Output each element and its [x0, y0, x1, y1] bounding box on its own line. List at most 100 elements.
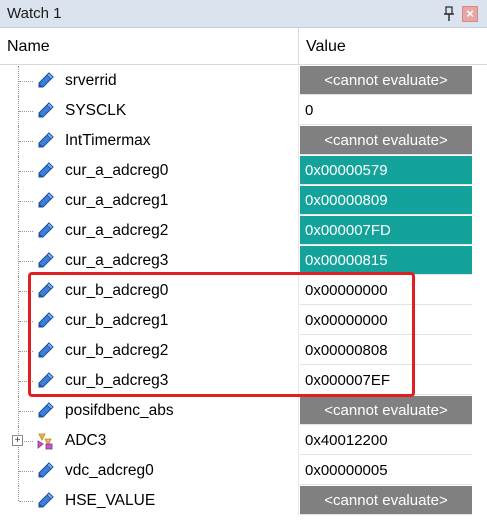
column-divider-line	[298, 396, 299, 426]
variable-value[interactable]: <cannot evaluate>	[300, 126, 472, 155]
variable-name[interactable]: cur_a_adcreg2	[65, 222, 168, 240]
watch-row[interactable]: cur_b_adcreg3 0x000007EF	[0, 366, 487, 396]
variable-value[interactable]: 0x000007EF	[300, 366, 472, 395]
variable-name[interactable]: ADC3	[65, 432, 106, 450]
variable-icon	[38, 252, 54, 268]
variable-icon	[38, 222, 54, 238]
tree-connector	[19, 471, 33, 472]
tree-connector	[19, 261, 33, 262]
tree-connector	[19, 231, 33, 232]
variable-value[interactable]: 0x00000815	[300, 246, 472, 275]
tree-connector	[19, 321, 33, 322]
variable-name[interactable]: srverrid	[65, 72, 117, 90]
struct-icon	[37, 433, 53, 450]
tree-connector	[19, 81, 33, 82]
variable-icon	[38, 132, 54, 148]
column-divider-line	[298, 366, 299, 396]
column-divider-line	[298, 486, 299, 516]
column-divider-line	[298, 186, 299, 216]
variable-icon	[38, 342, 54, 358]
column-divider-line	[298, 336, 299, 366]
watch-row[interactable]: + ADC3 0x40012200	[0, 426, 487, 456]
column-divider-line	[298, 306, 299, 336]
variable-icon	[38, 372, 54, 388]
variable-name[interactable]: SYSCLK	[65, 102, 126, 120]
variable-name[interactable]: HSE_VALUE	[65, 492, 155, 510]
watch-row[interactable]: SYSCLK 0	[0, 96, 487, 126]
variable-name[interactable]: cur_a_adcreg1	[65, 192, 168, 210]
tree-connector	[19, 201, 33, 202]
column-header-value[interactable]: Value	[306, 38, 346, 56]
variable-value[interactable]: <cannot evaluate>	[300, 486, 472, 515]
tree-line	[18, 486, 19, 501]
variable-icon	[38, 402, 54, 418]
watch-row[interactable]: cur_a_adcreg3 0x00000815	[0, 246, 487, 276]
tree-connector	[19, 411, 33, 412]
variable-name[interactable]: cur_b_adcreg2	[65, 342, 168, 360]
variable-value[interactable]: 0x00000000	[300, 276, 472, 305]
variable-name[interactable]: cur_a_adcreg0	[65, 162, 168, 180]
watch-row[interactable]: cur_b_adcreg2 0x00000808	[0, 336, 487, 366]
column-divider-line	[298, 456, 299, 486]
watch-row[interactable]: srverrid <cannot evaluate>	[0, 66, 487, 96]
watch-row[interactable]: cur_b_adcreg0 0x00000000	[0, 276, 487, 306]
variable-icon	[38, 192, 54, 208]
watch-row[interactable]: posifdbenc_abs <cannot evaluate>	[0, 396, 487, 426]
expand-icon[interactable]: +	[12, 435, 23, 446]
variable-value[interactable]: 0x00000579	[300, 156, 472, 185]
variable-name[interactable]: cur_b_adcreg1	[65, 312, 168, 330]
window-title: Watch 1	[7, 5, 62, 22]
variable-value[interactable]: 0x00000000	[300, 306, 472, 335]
variable-value[interactable]: 0x000007FD	[300, 216, 472, 245]
watch-row[interactable]: cur_a_adcreg0 0x00000579	[0, 156, 487, 186]
tree-connector	[19, 141, 33, 142]
variable-icon	[38, 162, 54, 178]
tree-connector	[19, 501, 33, 502]
column-divider-line	[298, 276, 299, 306]
variable-value[interactable]: 0x40012200	[300, 426, 472, 455]
variable-icon	[38, 312, 54, 328]
tree-connector	[19, 381, 33, 382]
tree-connector	[19, 291, 33, 292]
watch-row[interactable]: HSE_VALUE <cannot evaluate>	[0, 486, 487, 516]
tree-connector	[19, 111, 33, 112]
variable-name[interactable]: cur_a_adcreg3	[65, 252, 168, 270]
variable-value[interactable]: <cannot evaluate>	[300, 66, 472, 95]
close-icon[interactable]: ×	[462, 6, 478, 22]
watch-row[interactable]: cur_b_adcreg1 0x00000000	[0, 306, 487, 336]
watch-row[interactable]: vdc_adcreg0 0x00000005	[0, 456, 487, 486]
variable-value[interactable]: <cannot evaluate>	[300, 396, 472, 425]
column-divider-line	[298, 66, 299, 96]
variable-name[interactable]: IntTimermax	[65, 132, 151, 150]
variable-icon	[38, 492, 54, 508]
column-header: Name Value	[0, 28, 487, 65]
column-divider-line	[298, 426, 299, 456]
watch-window-titlebar: Watch 1 ×	[0, 0, 487, 28]
tree-connector	[19, 351, 33, 352]
tree-connector	[19, 171, 33, 172]
column-divider-line	[298, 156, 299, 186]
watch-list: srverrid <cannot evaluate> SYSCLK 0 IntTimer…	[0, 66, 487, 516]
variable-icon	[38, 462, 54, 478]
watch-row[interactable]: cur_a_adcreg2 0x000007FD	[0, 216, 487, 246]
variable-value[interactable]: 0x00000809	[300, 186, 472, 215]
variable-name[interactable]: posifdbenc_abs	[65, 402, 174, 420]
watch-row[interactable]: cur_a_adcreg1 0x00000809	[0, 186, 487, 216]
variable-name[interactable]: vdc_adcreg0	[65, 462, 154, 480]
column-divider-line	[298, 246, 299, 276]
column-divider-line	[298, 126, 299, 156]
variable-icon	[38, 72, 54, 88]
watch-row[interactable]: IntTimermax <cannot evaluate>	[0, 126, 487, 156]
variable-value[interactable]: 0x00000005	[300, 456, 472, 485]
pin-icon[interactable]	[442, 6, 456, 22]
column-header-name[interactable]: Name	[7, 38, 50, 56]
variable-name[interactable]: cur_b_adcreg3	[65, 372, 168, 390]
column-divider[interactable]	[298, 28, 299, 65]
variable-name[interactable]: cur_b_adcreg0	[65, 282, 168, 300]
column-divider-line	[298, 96, 299, 126]
column-divider-line	[298, 216, 299, 246]
variable-icon	[38, 102, 54, 118]
variable-value[interactable]: 0x00000808	[300, 336, 472, 365]
variable-icon	[38, 282, 54, 298]
variable-value[interactable]: 0	[300, 96, 472, 125]
